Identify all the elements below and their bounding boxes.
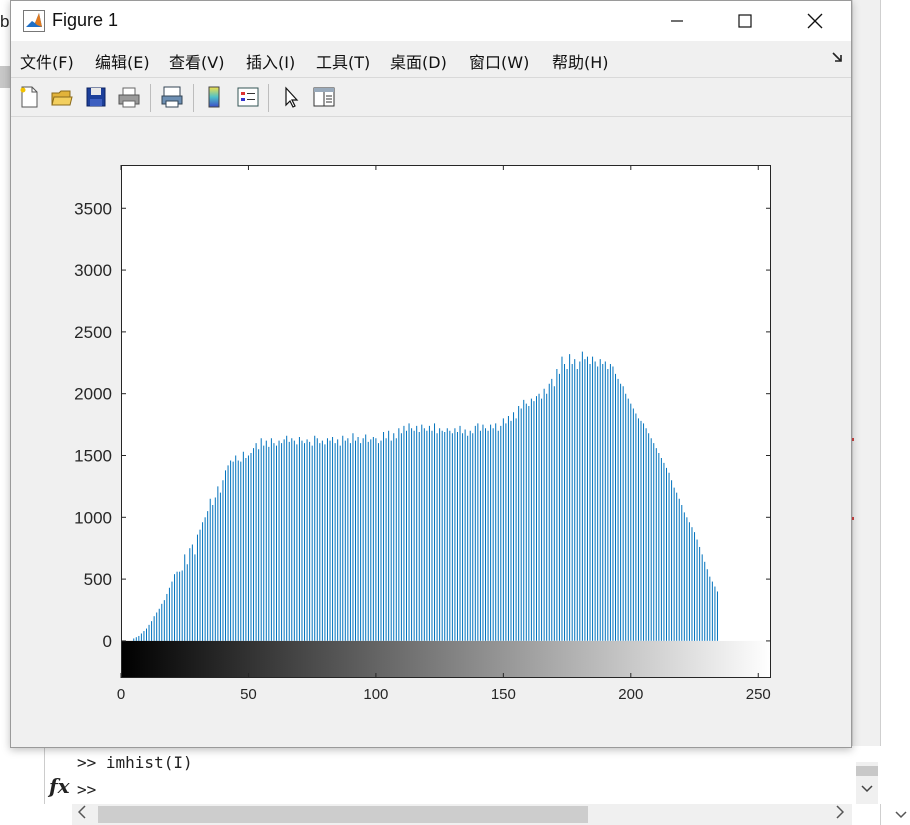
y-tick-label: 1500 bbox=[74, 446, 112, 465]
menu-desktop[interactable]: 桌面(D) bbox=[390, 49, 447, 73]
histogram-plot[interactable]: 0 500 1000 1500 2000 2500 3000 3500 0 50 100 150 20… bbox=[11, 116, 851, 716]
y-tick-label: 0 bbox=[103, 632, 112, 651]
chevron-down-icon[interactable] bbox=[895, 808, 907, 822]
dock-arrow-icon[interactable] bbox=[831, 51, 843, 67]
x-tick-label: 200 bbox=[618, 686, 643, 703]
x-tick-label: 150 bbox=[491, 686, 516, 703]
close-button[interactable] bbox=[781, 1, 849, 41]
command-window[interactable]: fx >> imhist(I) >> bbox=[44, 746, 881, 804]
colorbar-icon[interactable] bbox=[200, 83, 228, 111]
desktop-right-panel bbox=[852, 0, 881, 760]
command-window-horizontal-scrollbar[interactable] bbox=[72, 804, 852, 825]
menu-help[interactable]: 帮助(H) bbox=[552, 49, 609, 73]
matlab-logo-icon bbox=[23, 10, 45, 32]
x-tick-label: 50 bbox=[240, 686, 257, 703]
y-tick-label: 2500 bbox=[74, 323, 112, 342]
y-tick-label: 500 bbox=[84, 570, 112, 589]
menu-insert[interactable]: 插入(I) bbox=[246, 49, 295, 73]
property-inspector-icon[interactable] bbox=[310, 83, 338, 111]
scroll-left-icon[interactable] bbox=[77, 805, 86, 823]
command-prompt[interactable]: >> bbox=[77, 780, 96, 799]
figure-window[interactable]: Figure 1 文件(F) 编辑(E) 查看(V) 插入(I) 工具(T) 桌… bbox=[10, 0, 852, 748]
axes-background bbox=[121, 165, 771, 678]
fx-icon[interactable]: fx bbox=[49, 774, 70, 798]
menu-view[interactable]: 查看(V) bbox=[169, 49, 224, 73]
figure-title: Figure 1 bbox=[52, 10, 119, 30]
toolbar-separator bbox=[268, 84, 269, 112]
legend-icon[interactable] bbox=[234, 83, 262, 111]
menu-window[interactable]: 窗口(W) bbox=[469, 49, 529, 73]
menu-tools[interactable]: 工具(T) bbox=[316, 49, 370, 73]
x-tick-label: 0 bbox=[117, 686, 125, 703]
desktop-far-right-panel bbox=[880, 0, 910, 825]
figure-menubar: 文件(F) 编辑(E) 查看(V) 插入(I) 工具(T) 桌面(D) 窗口(W… bbox=[11, 41, 851, 77]
print-icon[interactable] bbox=[115, 83, 143, 111]
y-tick-label: 3500 bbox=[74, 199, 112, 218]
maximize-icon bbox=[738, 14, 752, 28]
x-tick-label: 250 bbox=[746, 686, 771, 703]
command-history-line: >> imhist(I) bbox=[77, 753, 193, 772]
grayscale-colorbar bbox=[121, 640, 771, 678]
menu-file[interactable]: 文件(F) bbox=[20, 49, 74, 73]
command-window-vertical-scrollbar[interactable] bbox=[856, 762, 878, 804]
left-panel-scroll-thumb[interactable] bbox=[0, 66, 10, 88]
new-figure-icon[interactable] bbox=[15, 83, 43, 111]
save-icon[interactable] bbox=[82, 83, 110, 111]
open-file-icon[interactable] bbox=[48, 83, 76, 111]
toolbar-separator bbox=[150, 84, 151, 112]
y-tick-label: 2000 bbox=[74, 385, 112, 404]
figure-toolbar bbox=[11, 77, 851, 117]
toolbar-separator bbox=[193, 84, 194, 112]
left-panel-partial-text: b bbox=[0, 12, 10, 31]
vertical-scroll-thumb[interactable] bbox=[856, 766, 878, 776]
minimize-button[interactable] bbox=[643, 1, 711, 41]
chevron-down-icon[interactable] bbox=[861, 782, 873, 796]
minimize-icon bbox=[671, 20, 683, 22]
horizontal-scroll-thumb[interactable] bbox=[98, 806, 588, 823]
scroll-right-icon[interactable] bbox=[836, 805, 845, 823]
menu-edit[interactable]: 编辑(E) bbox=[95, 49, 150, 73]
x-tick-label: 100 bbox=[363, 686, 388, 703]
figure-titlebar[interactable]: Figure 1 bbox=[11, 1, 851, 41]
edit-plot-arrow-icon[interactable] bbox=[277, 83, 305, 111]
close-icon bbox=[807, 13, 823, 29]
maximize-button[interactable] bbox=[711, 1, 779, 41]
print-preview-icon[interactable] bbox=[158, 83, 186, 111]
y-tick-label: 3000 bbox=[74, 261, 112, 280]
y-tick-label: 1000 bbox=[74, 508, 112, 527]
